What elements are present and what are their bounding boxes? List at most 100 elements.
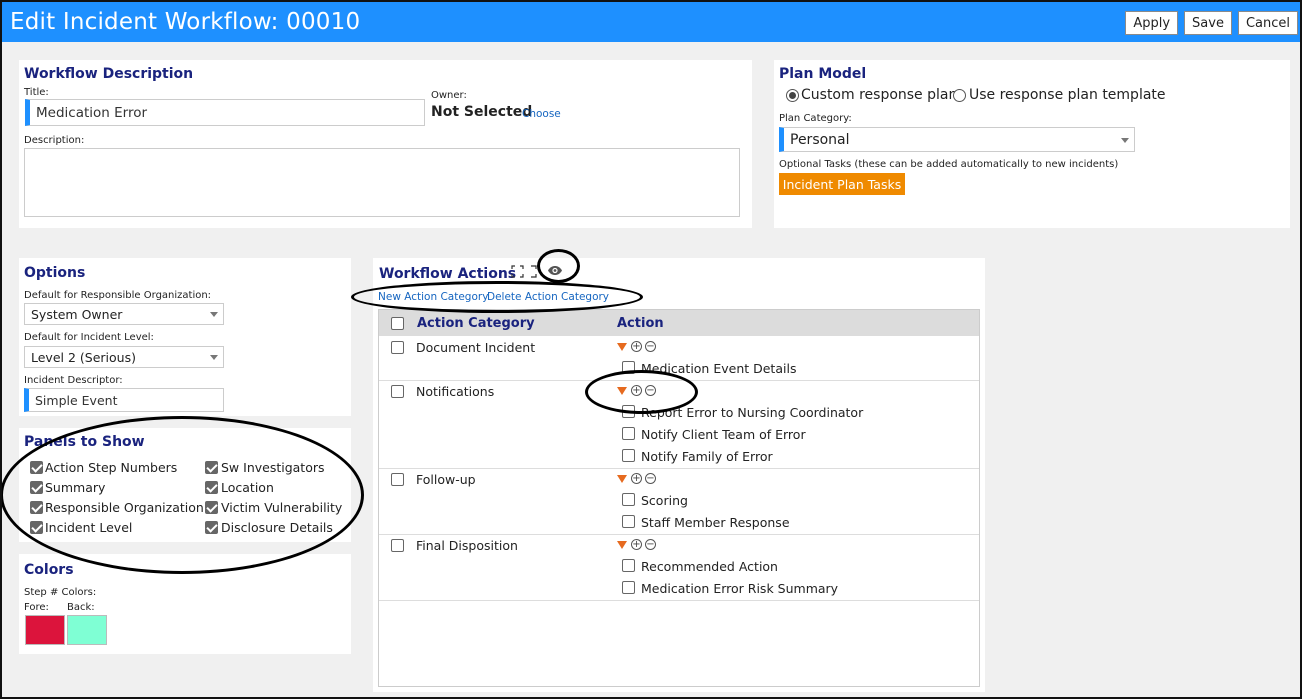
incident-level-value: Level 2 (Serious)	[31, 349, 136, 365]
add-circle-icon[interactable]: +	[631, 341, 642, 352]
colors-panel: Colors Step # Colors: Fore: Back:	[19, 554, 351, 654]
description-label: Description:	[24, 135, 85, 146]
owner-label: Owner:	[431, 90, 467, 101]
triangle-down-icon[interactable]	[617, 475, 627, 483]
select-all-checkbox[interactable]	[391, 317, 404, 330]
add-circle-icon[interactable]: +	[631, 539, 642, 550]
action-checkbox[interactable]	[622, 515, 635, 528]
panel-option-label: Responsible Organization	[45, 500, 204, 515]
panel-option-label: Victim Vulnerability	[221, 500, 343, 515]
chevron-down-icon	[210, 355, 218, 360]
checkbox-location[interactable]	[205, 481, 218, 494]
fore-color-label: Fore:	[24, 602, 49, 613]
eye-icon[interactable]	[547, 265, 563, 276]
category-name: Notifications	[416, 384, 495, 399]
category-checkbox[interactable]	[391, 341, 404, 354]
custom-plan-radio[interactable]	[786, 89, 799, 102]
description-textarea[interactable]	[24, 148, 740, 217]
triangle-down-icon[interactable]	[617, 343, 627, 351]
template-plan-label: Use response plan template	[969, 87, 1166, 103]
checkbox-action-step-numbers[interactable]	[30, 461, 43, 474]
action-name: Recommended Action	[641, 559, 778, 574]
incident-descriptor-input[interactable]: Simple Event	[24, 388, 224, 412]
workflow-description-heading: Workflow Description	[24, 66, 194, 82]
add-circle-icon[interactable]: +	[631, 473, 642, 484]
delete-action-category-link[interactable]: Delete Action Category	[487, 291, 609, 303]
triangle-down-icon[interactable]	[617, 387, 627, 395]
incident-level-select[interactable]: Level 2 (Serious)	[24, 346, 224, 368]
action-name: Staff Member Response	[641, 515, 790, 530]
collapse-icon[interactable]	[530, 265, 538, 278]
checkbox-incident-level[interactable]	[30, 521, 43, 534]
remove-circle-icon[interactable]: −	[645, 473, 656, 484]
responsible-org-label: Default for Responsible Organization:	[24, 290, 212, 301]
remove-circle-icon[interactable]: −	[645, 385, 656, 396]
incident-descriptor-label: Incident Descriptor:	[24, 375, 123, 386]
plan-model-heading: Plan Model	[779, 66, 867, 82]
chevron-down-icon	[210, 312, 218, 317]
action-name: Notify Client Team of Error	[641, 427, 806, 442]
category-checkbox[interactable]	[391, 539, 404, 552]
add-circle-icon[interactable]: +	[631, 385, 642, 396]
workflow-actions-panel: Workflow Actions New Action Category Del…	[373, 258, 985, 692]
incident-level-label: Default for Incident Level:	[24, 332, 154, 343]
fore-color-swatch[interactable]	[25, 615, 65, 645]
action-name: Notify Family of Error	[641, 449, 773, 464]
category-name: Final Disposition	[416, 538, 518, 553]
template-plan-radio[interactable]	[953, 89, 966, 102]
expand-icon[interactable]	[511, 265, 524, 278]
title-bar: Edit Incident Workflow: 00010 Apply Save…	[2, 2, 1300, 42]
action-checkbox[interactable]	[622, 449, 635, 462]
column-header-action: Action	[617, 316, 664, 331]
action-checkbox[interactable]	[622, 427, 635, 440]
checkbox-responsible-organization[interactable]	[30, 501, 43, 514]
page-title: Edit Incident Workflow: 00010	[10, 9, 361, 35]
action-checkbox[interactable]	[622, 361, 635, 374]
cancel-button[interactable]: Cancel	[1237, 11, 1298, 35]
choose-owner-link[interactable]: Choose	[522, 108, 561, 120]
responsible-org-select[interactable]: System Owner	[24, 303, 224, 325]
action-checkbox[interactable]	[622, 405, 635, 418]
row-divider	[379, 534, 979, 535]
remove-circle-icon[interactable]: −	[645, 539, 656, 550]
action-name: Scoring	[641, 493, 688, 508]
row-divider	[379, 468, 979, 469]
action-name: Medication Event Details	[641, 361, 797, 376]
plan-category-value: Personal	[790, 131, 850, 148]
chevron-down-icon	[1121, 137, 1129, 143]
workflow-actions-heading: Workflow Actions	[379, 266, 517, 282]
action-checkbox[interactable]	[622, 559, 635, 572]
triangle-down-icon[interactable]	[617, 541, 627, 549]
category-name: Document Incident	[416, 340, 536, 355]
back-color-swatch[interactable]	[67, 615, 107, 645]
title-label: Title:	[24, 87, 49, 98]
action-checkbox[interactable]	[622, 581, 635, 594]
actions-table: Action Category Action Document Incident…	[378, 309, 980, 687]
panel-option-label: Summary	[45, 480, 106, 495]
row-divider	[379, 600, 979, 601]
row-divider	[379, 380, 979, 381]
panel-option-label: Incident Level	[45, 520, 133, 535]
panel-option-label: Sw Investigators	[221, 460, 325, 475]
category-checkbox[interactable]	[391, 385, 404, 398]
custom-plan-label: Custom response plan	[801, 87, 958, 103]
panel-option-label: Disclosure Details	[221, 520, 333, 535]
checkbox-victim-vulnerability[interactable]	[205, 501, 218, 514]
title-input[interactable]: Medication Error	[25, 99, 425, 126]
action-name: Report Error to Nursing Coordinator	[641, 405, 864, 420]
plan-category-select[interactable]: Personal	[779, 127, 1135, 152]
action-checkbox[interactable]	[622, 493, 635, 506]
new-action-category-link[interactable]: New Action Category	[378, 291, 488, 303]
workflow-description-panel: Workflow Description Title: Medication E…	[19, 60, 752, 228]
checkbox-sw-investigators[interactable]	[205, 461, 218, 474]
remove-circle-icon[interactable]: −	[645, 341, 656, 352]
category-name: Follow-up	[416, 472, 476, 487]
checkbox-summary[interactable]	[30, 481, 43, 494]
category-checkbox[interactable]	[391, 473, 404, 486]
action-name: Medication Error Risk Summary	[641, 581, 839, 596]
panels-to-show-heading: Panels to Show	[24, 434, 145, 450]
incident-plan-tasks-button[interactable]: Incident Plan Tasks	[779, 173, 905, 195]
apply-button[interactable]: Apply	[1125, 11, 1179, 35]
save-button[interactable]: Save	[1184, 11, 1232, 35]
checkbox-disclosure-details[interactable]	[205, 521, 218, 534]
